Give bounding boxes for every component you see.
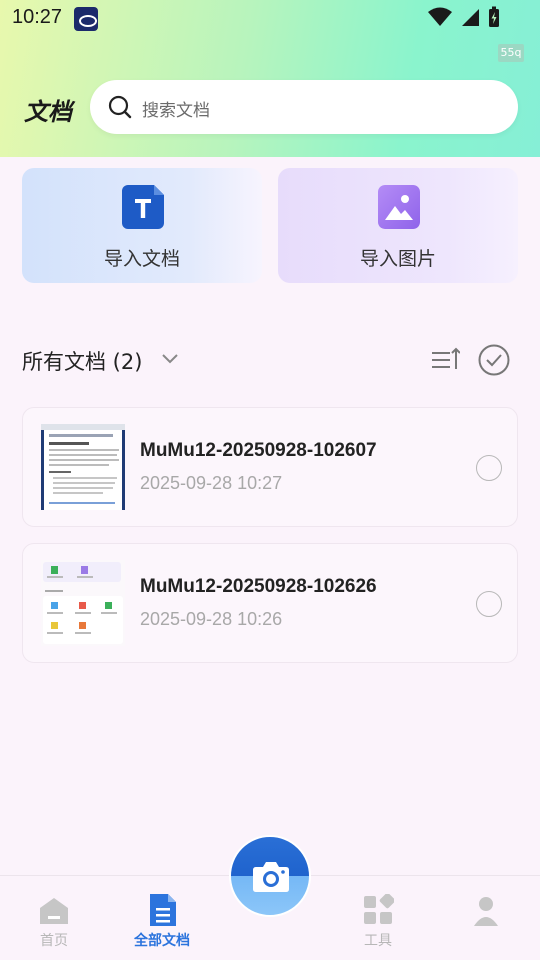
nav-label-tools: 工具 (364, 933, 392, 949)
document-thumbnail (41, 560, 125, 646)
signal-icon (462, 9, 479, 26)
status-bar: 10:27 (0, 0, 540, 36)
select-all-check-icon[interactable] (478, 344, 510, 376)
import-image-button[interactable]: 导入图片 (278, 168, 518, 283)
camera-scan-button[interactable] (229, 835, 311, 917)
select-radio[interactable] (476, 455, 502, 481)
document-name: MuMu12-20250928-102607 (140, 440, 377, 461)
search-icon (108, 95, 132, 119)
import-image-label: 导入图片 (359, 248, 436, 270)
chevron-down-icon[interactable] (160, 348, 180, 368)
status-icons (428, 6, 500, 28)
select-radio[interactable] (476, 591, 502, 617)
battery-icon (489, 6, 499, 27)
document-item[interactable]: MuMu12-20250928-102607 2025-09-28 10:27 (22, 407, 518, 527)
app-notification-icon (74, 7, 98, 31)
import-document-label: 导入文档 (103, 248, 180, 270)
nav-item-all-documents[interactable]: 全部文档 (108, 876, 216, 960)
fps-badge: 55q (498, 44, 524, 62)
import-document-button[interactable]: 导入文档 (22, 168, 262, 283)
document-date: 2025-09-28 10:27 (140, 473, 283, 493)
document-icon (150, 894, 176, 926)
document-date: 2025-09-28 10:26 (140, 609, 283, 629)
status-time: 10:27 (12, 6, 63, 28)
home-icon (40, 898, 68, 924)
profile-icon (474, 897, 498, 926)
nav-item-tools[interactable]: 工具 (324, 876, 432, 960)
page-title: 文档 (24, 98, 72, 126)
tools-icon (364, 894, 394, 924)
nav-item-profile[interactable] (432, 876, 540, 960)
nav-item-home[interactable]: 首页 (0, 876, 108, 960)
search-input[interactable]: 搜索文档 (90, 80, 518, 134)
header: 文档 搜索文档 (0, 80, 540, 136)
all-documents-title[interactable]: 所有文档 (2) (22, 346, 142, 376)
wifi-icon (428, 7, 452, 26)
camera-icon (253, 862, 289, 892)
word-doc-icon (122, 185, 164, 229)
sort-icon[interactable] (430, 346, 460, 374)
document-name: MuMu12-20250928-102626 (140, 576, 377, 597)
document-thumbnail-image (41, 560, 125, 646)
document-item[interactable]: MuMu12-20250928-102626 2025-09-28 10:26 (22, 543, 518, 663)
image-icon (378, 185, 420, 229)
nav-label-all-documents: 全部文档 (134, 933, 190, 949)
nav-label-home: 首页 (40, 933, 68, 949)
search-placeholder: 搜索文档 (142, 101, 210, 121)
document-thumbnail (41, 424, 125, 510)
document-thumbnail-image (41, 424, 125, 510)
